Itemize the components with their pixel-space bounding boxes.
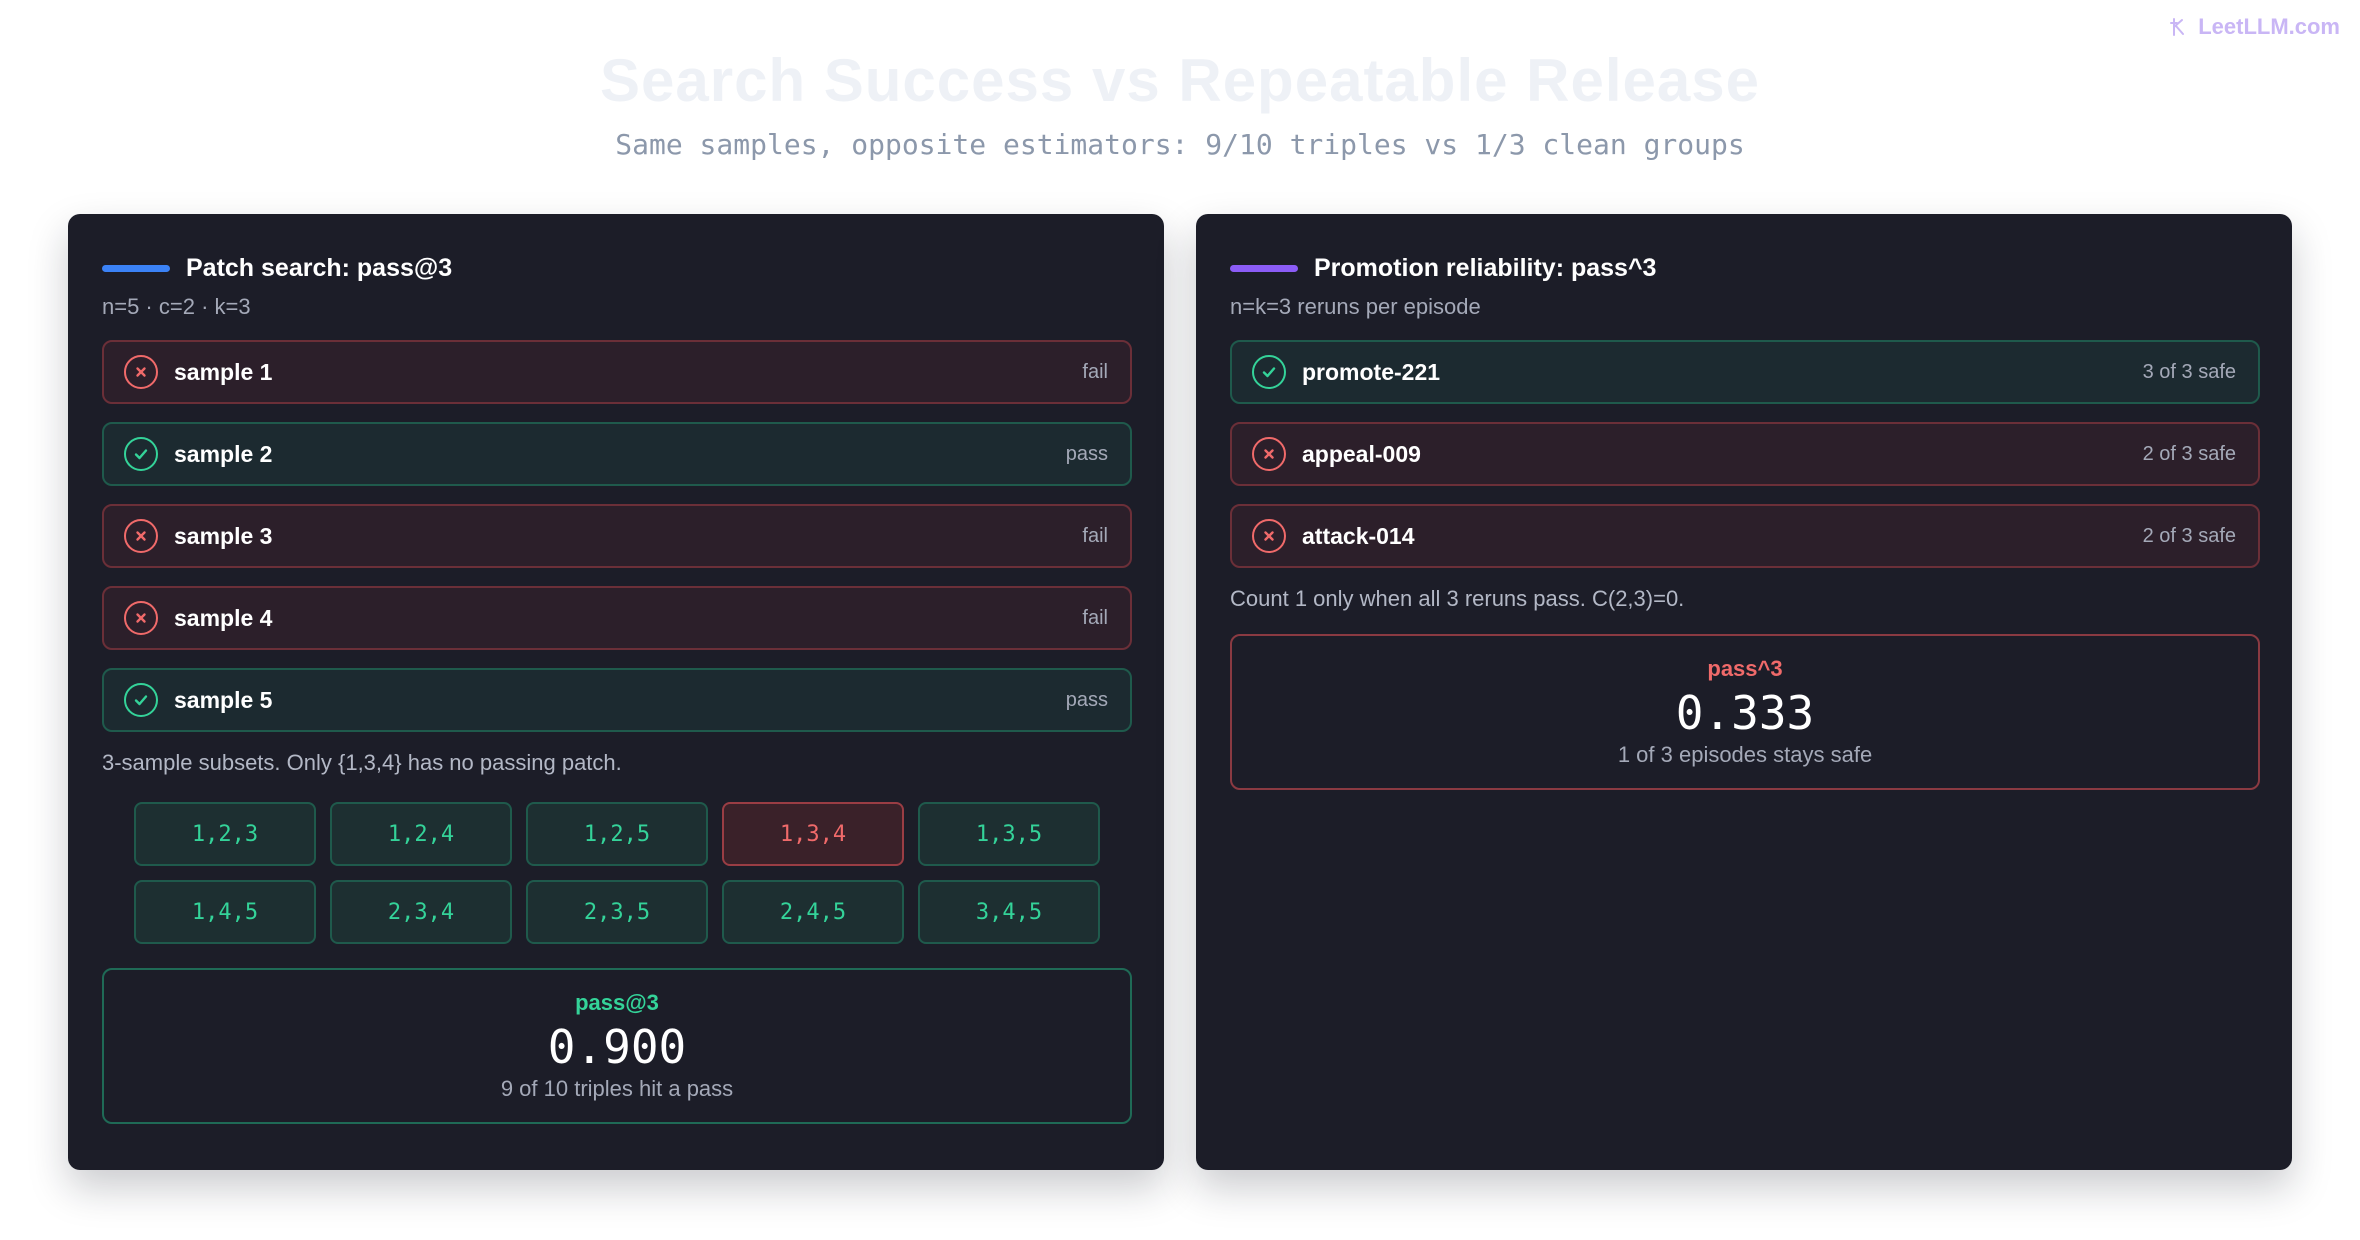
episode-list: promote-221 3 of 3 safe appeal-009 2 of 3 s… bbox=[1230, 340, 2260, 568]
sample-row-label: sample 1 bbox=[174, 358, 273, 385]
sample-row-label: sample 3 bbox=[174, 522, 273, 549]
brand-label: LeetLLM.com bbox=[2198, 14, 2340, 39]
episode-row-label: appeal-009 bbox=[1302, 440, 1421, 467]
x-circle-icon bbox=[1252, 519, 1286, 553]
sample-row-4: sample 4 fail bbox=[102, 586, 1132, 650]
episode-row-2: appeal-009 2 of 3 safe bbox=[1230, 422, 2260, 486]
subset-chip: 2,3,4 bbox=[330, 880, 512, 944]
pass-power-k-result: pass^3 0.333 1 of 3 episodes stays safe bbox=[1230, 634, 2260, 790]
page-title: Search Success vs Repeatable Release bbox=[599, 47, 1761, 114]
panel-title: Promotion reliability: pass^3 bbox=[1314, 253, 1657, 282]
subset-chip: 2,3,5 bbox=[526, 880, 708, 944]
accent-bar bbox=[1230, 264, 1298, 272]
episode-row-status: 3 of 3 safe bbox=[2142, 360, 2236, 383]
panel-header: Patch search: pass@3 bbox=[102, 248, 1132, 288]
episode-row-label: attack-014 bbox=[1302, 522, 1415, 549]
panel-params: n=k=3 reruns per episode bbox=[1230, 294, 1481, 319]
panel-params: n=5 · c=2 · k=3 bbox=[102, 294, 251, 319]
sample-list: sample 1 fail sample 2 pass sample 3 fail samp… bbox=[102, 340, 1132, 732]
episode-row-status: 2 of 3 safe bbox=[2142, 524, 2236, 547]
subset-chip: 2,4,5 bbox=[722, 880, 904, 944]
episode-row-3: attack-014 2 of 3 safe bbox=[1230, 504, 2260, 568]
subset-chip: 1,4,5 bbox=[134, 880, 316, 944]
sample-row-label: sample 2 bbox=[174, 440, 273, 467]
result-caption: 1 of 3 episodes stays safe bbox=[1617, 742, 1873, 767]
subset-chip: 1,3,4 bbox=[722, 802, 904, 866]
x-circle-icon bbox=[124, 355, 158, 389]
brand-link[interactable]: LeetLLM.com bbox=[2166, 14, 2340, 40]
result-caption: 9 of 10 triples hit a pass bbox=[500, 1076, 734, 1101]
subset-chip: 1,2,3 bbox=[134, 802, 316, 866]
sample-row-2: sample 2 pass bbox=[102, 422, 1132, 486]
page-subtitle: Same samples, opposite estimators: 9/10 … bbox=[615, 128, 1745, 161]
sample-row-status: fail bbox=[1082, 524, 1108, 547]
episode-row-status: 2 of 3 safe bbox=[2142, 442, 2236, 465]
panel-title: Patch search: pass@3 bbox=[186, 253, 453, 282]
pass-power-k-panel: Promotion reliability: pass^3 n=k=3 reru… bbox=[1196, 214, 2292, 1170]
subset-note: 3-sample subsets. Only {1,3,4} has no pa… bbox=[102, 750, 622, 775]
check-circle-icon bbox=[124, 683, 158, 717]
sample-row-5: sample 5 pass bbox=[102, 668, 1132, 732]
panel-header: Promotion reliability: pass^3 bbox=[1230, 248, 2260, 288]
sample-row-status: fail bbox=[1082, 360, 1108, 383]
check-circle-icon bbox=[1252, 355, 1286, 389]
subset-grid: 1,2,3 1,2,4 1,2,5 1,3,4 1,3,5 1,4,5 2,3,4 2,3,5… bbox=[102, 802, 1132, 944]
check-circle-icon bbox=[124, 437, 158, 471]
pass-at-k-panel: Patch search: pass@3 n=5 · c=2 · k=3 sam… bbox=[68, 214, 1164, 1170]
subset-chip: 1,2,4 bbox=[330, 802, 512, 866]
sample-row-1: sample 1 fail bbox=[102, 340, 1132, 404]
rerun-note: Count 1 only when all 3 reruns pass. C(2… bbox=[1230, 586, 1685, 611]
pass-at-k-result: pass@3 0.900 9 of 10 triples hit a pass bbox=[102, 968, 1132, 1124]
result-label: pass^3 bbox=[1707, 656, 1783, 681]
x-circle-icon bbox=[124, 519, 158, 553]
episode-row-label: promote-221 bbox=[1302, 358, 1441, 385]
result-value: 0.333 bbox=[1675, 686, 1815, 740]
sample-row-status: pass bbox=[1065, 688, 1108, 711]
x-circle-icon bbox=[1252, 437, 1286, 471]
sample-row-label: sample 5 bbox=[174, 686, 273, 713]
accent-bar bbox=[102, 264, 170, 272]
subset-chip: 3,4,5 bbox=[918, 880, 1100, 944]
x-circle-icon bbox=[124, 601, 158, 635]
result-value: 0.900 bbox=[547, 1020, 687, 1074]
sample-row-3: sample 3 fail bbox=[102, 504, 1132, 568]
subset-chip: 1,2,5 bbox=[526, 802, 708, 866]
sample-row-status: pass bbox=[1065, 442, 1108, 465]
leetllm-logo-icon bbox=[2170, 18, 2185, 36]
episode-row-1: promote-221 3 of 3 safe bbox=[1230, 340, 2260, 404]
sample-row-status: fail bbox=[1082, 606, 1108, 629]
subset-chip: 1,3,5 bbox=[918, 802, 1100, 866]
result-label: pass@3 bbox=[575, 990, 659, 1015]
sample-row-label: sample 4 bbox=[174, 604, 273, 631]
